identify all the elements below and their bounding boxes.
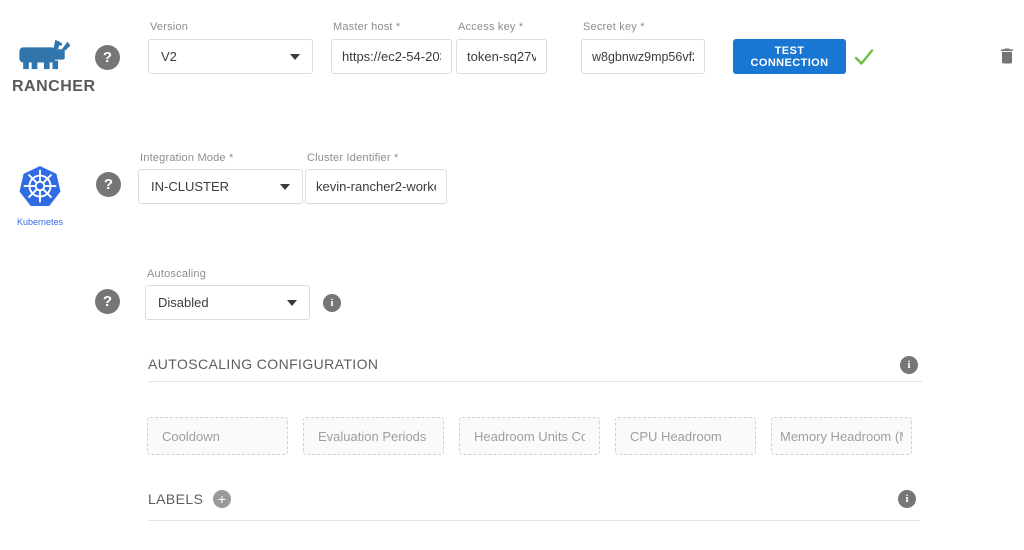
chevron-down-icon xyxy=(287,300,297,306)
evaluation-periods-input xyxy=(303,417,444,455)
autoscaling-configuration-divider xyxy=(148,381,922,382)
version-label: Version xyxy=(150,21,188,33)
integration-mode-select[interactable]: IN-CLUSTER xyxy=(138,169,303,204)
kubernetes-helm-icon xyxy=(17,165,63,209)
memory-headroom-input xyxy=(771,417,912,455)
access-key-input[interactable] xyxy=(456,39,547,74)
rancher-bull-icon xyxy=(12,37,74,71)
chevron-down-icon xyxy=(290,54,300,60)
cpu-headroom-input xyxy=(615,417,756,455)
kubernetes-logo: Kubernetes xyxy=(10,165,70,227)
test-connection-button[interactable]: TEST CONNECTION xyxy=(733,39,846,74)
cluster-identifier-label: Cluster Identifier * xyxy=(307,152,398,164)
autoscaling-label: Autoscaling xyxy=(147,268,206,280)
autoscaling-configuration-title: AUTOSCALING CONFIGURATION xyxy=(148,356,378,372)
version-select[interactable]: V2 xyxy=(148,39,313,74)
chevron-down-icon xyxy=(280,184,290,190)
kubernetes-help-icon[interactable]: ? xyxy=(96,172,121,197)
headroom-units-count-input xyxy=(459,417,600,455)
integration-mode-label: Integration Mode * xyxy=(140,152,234,164)
kubernetes-wordmark: Kubernetes xyxy=(10,217,70,227)
secret-key-input[interactable] xyxy=(581,39,705,74)
integration-mode-value: IN-CLUSTER xyxy=(151,179,229,194)
secret-key-label: Secret key * xyxy=(583,21,645,33)
autoscaling-select[interactable]: Disabled xyxy=(145,285,310,320)
master-host-label: Master host * xyxy=(333,21,400,33)
cooldown-input xyxy=(147,417,288,455)
access-key-label: Access key * xyxy=(458,21,523,33)
autoscaling-info-icon[interactable]: i xyxy=(323,294,341,312)
add-label-button[interactable]: + xyxy=(213,490,231,508)
master-host-input[interactable] xyxy=(331,39,452,74)
rancher-logo: RANCHER xyxy=(12,37,92,96)
labels-divider xyxy=(148,520,920,521)
autoscaling-value: Disabled xyxy=(158,295,209,310)
delete-trash-icon[interactable] xyxy=(997,45,1017,67)
rancher-help-icon[interactable]: ? xyxy=(95,45,120,70)
autoscaling-help-icon[interactable]: ? xyxy=(95,289,120,314)
rancher-wordmark: RANCHER xyxy=(12,78,92,96)
cluster-identifier-input[interactable] xyxy=(305,169,447,204)
autoscaling-configuration-info-icon[interactable]: i xyxy=(900,356,918,374)
labels-title: LABELS xyxy=(148,491,203,507)
connection-success-check-icon xyxy=(852,45,876,69)
labels-info-icon[interactable]: i xyxy=(898,490,916,508)
version-value: V2 xyxy=(161,49,177,64)
